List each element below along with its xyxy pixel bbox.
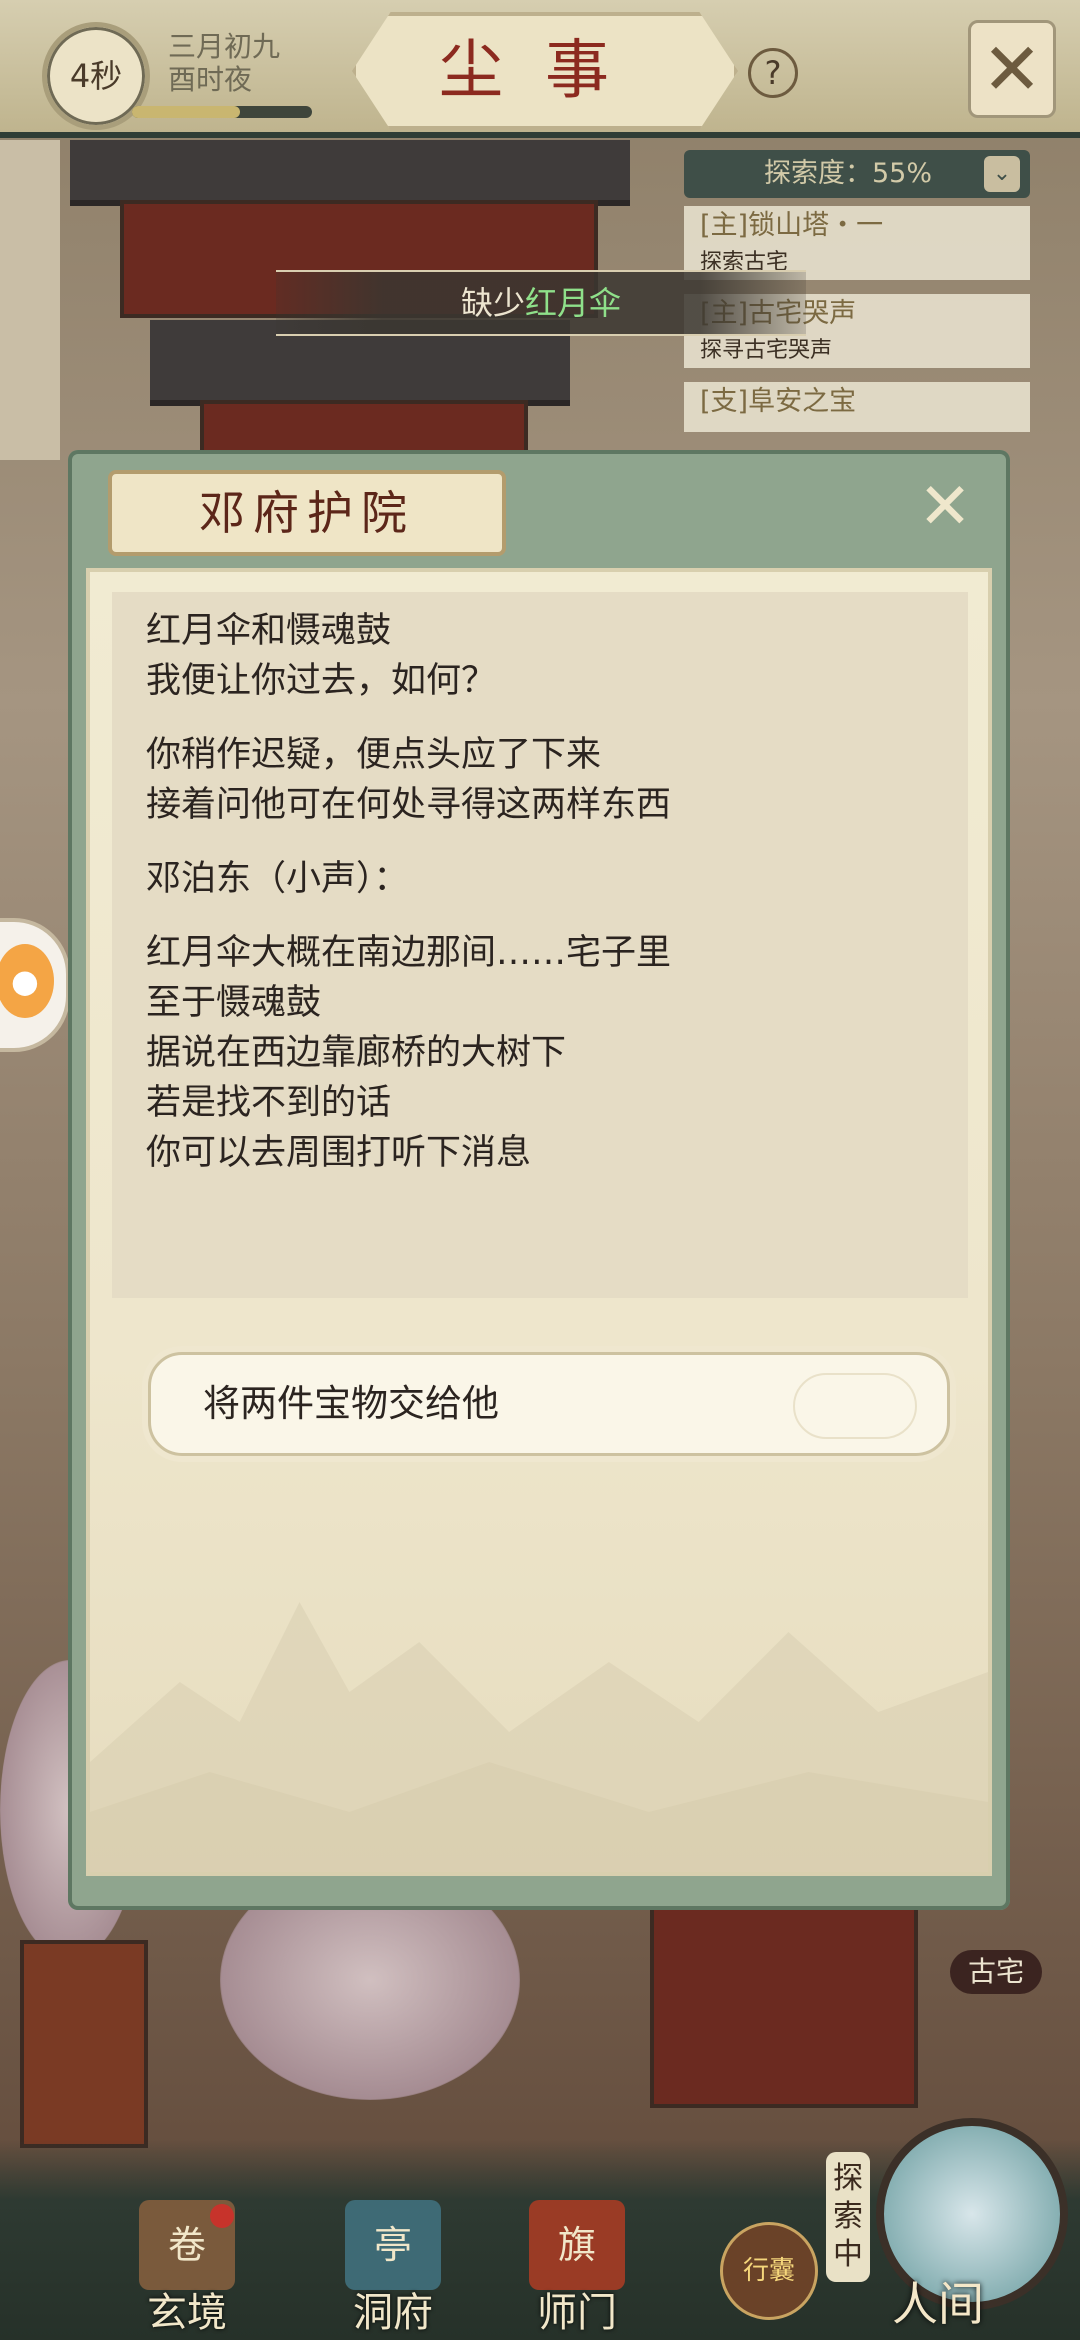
dialog-line: 你可以去周围打听下消息 <box>146 1133 532 1173</box>
dialog-line: 据说在西边靠廊桥的大树下 <box>146 1033 567 1073</box>
date-line: 三月初九 <box>168 30 281 63</box>
nav-item-xuanjing[interactable]: 卷 玄境 <box>112 2200 262 2340</box>
banner-prefix: 缺少 <box>460 284 525 322</box>
dialog-line: 至于慑魂鼓 <box>146 983 322 1023</box>
dialog-text-box: 红月伞和慑魂鼓我便让你过去，如何？ 你稍作迟疑，便点头应了下来接着问他可在何处寻得… <box>112 592 968 1298</box>
nav-label: 师门 <box>537 2290 617 2336</box>
quest-title: [主]锁山塔・一 <box>700 210 884 241</box>
exploring-tag: 探索中 <box>826 2152 870 2282</box>
roof <box>70 140 630 206</box>
explore-progress-text: 探索度：55% <box>764 158 933 189</box>
top-bar: 4秒 三月初九 酉时夜 尘事 ? ✕ <box>0 0 1080 138</box>
mountain-landscape <box>90 1602 988 1872</box>
dialog-title: 邓府护院 <box>108 470 506 556</box>
dialog-line: 红月伞大概在南边那间……宅子里 <box>146 933 672 973</box>
game-controller-icon: ● <box>0 944 54 1018</box>
help-icon[interactable]: ? <box>748 48 798 98</box>
npc-dialog: 邓府护院 ✕ 红月伞和慑魂鼓我便让你过去，如何？ 你稍作迟疑，便点头应了下来接着问… <box>68 450 1010 1910</box>
banner-icon: 旗 <box>529 2200 625 2290</box>
pavilion-icon: 亭 <box>345 2200 441 2290</box>
nav-item-dongfu[interactable]: 亭 洞府 <box>318 2200 468 2340</box>
missing-item-banner: 缺少红月伞 <box>276 270 806 336</box>
time-line: 酉时夜 <box>168 63 253 96</box>
chevron-down-icon[interactable]: ⌄ <box>984 156 1020 192</box>
dialog-paper: 红月伞和慑魂鼓我便让你过去，如何？ 你稍作迟疑，便点头应了下来接着问他可在何处寻得… <box>86 568 992 1876</box>
exploring-text: 探索中 <box>833 2161 863 2272</box>
quest-item[interactable]: [主]锁山塔・一 探索古宅 <box>684 206 1030 280</box>
location-tag[interactable]: 古宅 <box>950 1950 1042 1994</box>
close-button[interactable]: ✕ <box>968 20 1056 118</box>
missing-item-name: 红月伞 <box>525 284 622 322</box>
dialog-line: 红月伞和慑魂鼓 <box>146 611 392 651</box>
nav-label: 玄境 <box>147 2290 227 2336</box>
dialog-line: 我便让你过去，如何？ <box>146 661 497 701</box>
wall <box>0 140 60 460</box>
quest-item[interactable]: [支]阜安之宝 <box>684 382 1030 432</box>
choice-label: 将两件宝物交给他 <box>203 1382 499 1425</box>
page-title: 尘事 <box>352 12 738 130</box>
bag-button[interactable]: 行囊 <box>720 2222 818 2320</box>
building <box>650 1900 918 2108</box>
quest-subtitle: 探寻古宅哭声 <box>700 338 833 363</box>
dialog-line: 若是找不到的话 <box>146 1083 392 1123</box>
explore-progress[interactable]: 探索度：55% ⌄ <box>684 150 1030 198</box>
dialog-close-icon[interactable]: ✕ <box>914 475 976 539</box>
nav-item-shimen[interactable]: 旗 师门 <box>502 2200 652 2340</box>
dialog-line: 你稍作迟疑，便点头应了下来 <box>146 735 602 775</box>
quest-title: [支]阜安之宝 <box>700 386 857 417</box>
choice-button[interactable]: 将两件宝物交给他 <box>148 1352 950 1456</box>
notification-dot <box>210 2204 234 2228</box>
dialog-lines: 红月伞和慑魂鼓我便让你过去，如何？ 你稍作迟疑，便点头应了下来接着问他可在何处寻得… <box>146 606 671 1178</box>
world-label: 人间 <box>892 2277 984 2331</box>
dialog-line: 接着问他可在何处寻得这两样东西 <box>146 785 672 825</box>
time-progress-bar <box>132 106 312 118</box>
cloud-decoration-icon <box>793 1373 917 1439</box>
nav-label: 洞府 <box>353 2290 433 2336</box>
stairs <box>20 1940 148 2148</box>
progress-fill <box>132 106 240 118</box>
game-date: 三月初九 酉时夜 <box>168 30 280 96</box>
dialog-line: 邓泊东（小声）： <box>146 859 409 899</box>
